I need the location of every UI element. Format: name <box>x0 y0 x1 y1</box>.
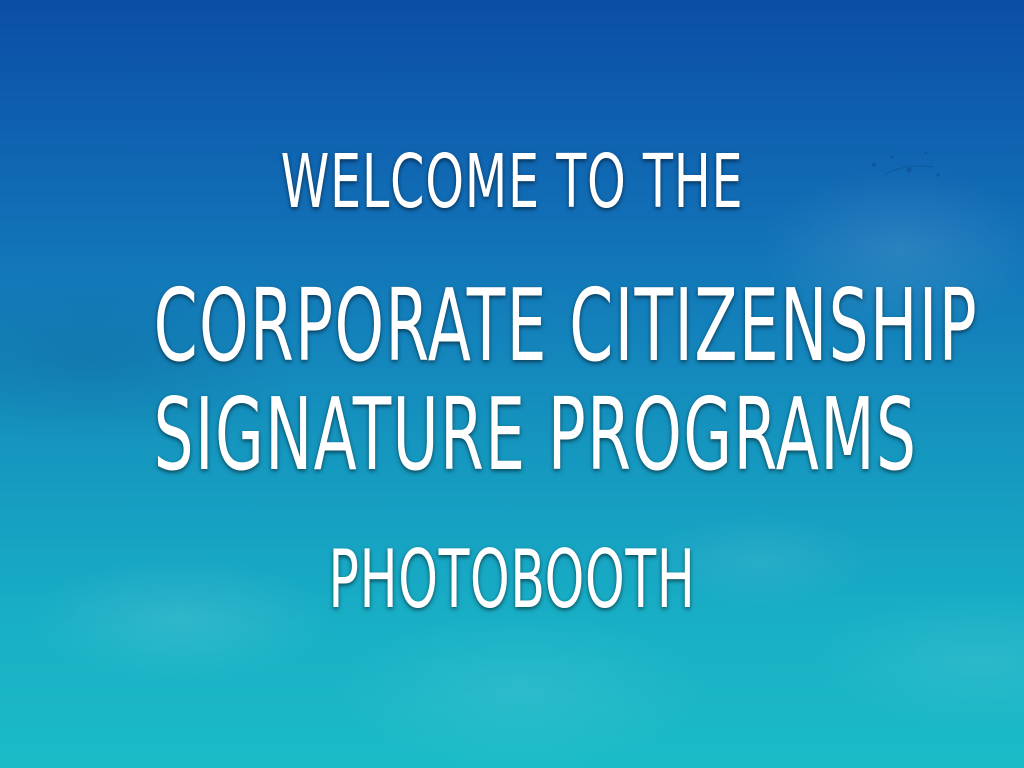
title-line-1: CORPORATE CITIZENSHIP <box>153 267 979 384</box>
photobooth-label: PHOTOBOOTH <box>328 533 696 626</box>
welcome-line: WELCOME TO THE <box>280 139 744 225</box>
title-line-2: SIGNATURE PROGRAMS <box>153 376 918 493</box>
welcome-screen: WELCOME TO THE CORPORATE CITIZENSHIP SIG… <box>0 0 1024 768</box>
